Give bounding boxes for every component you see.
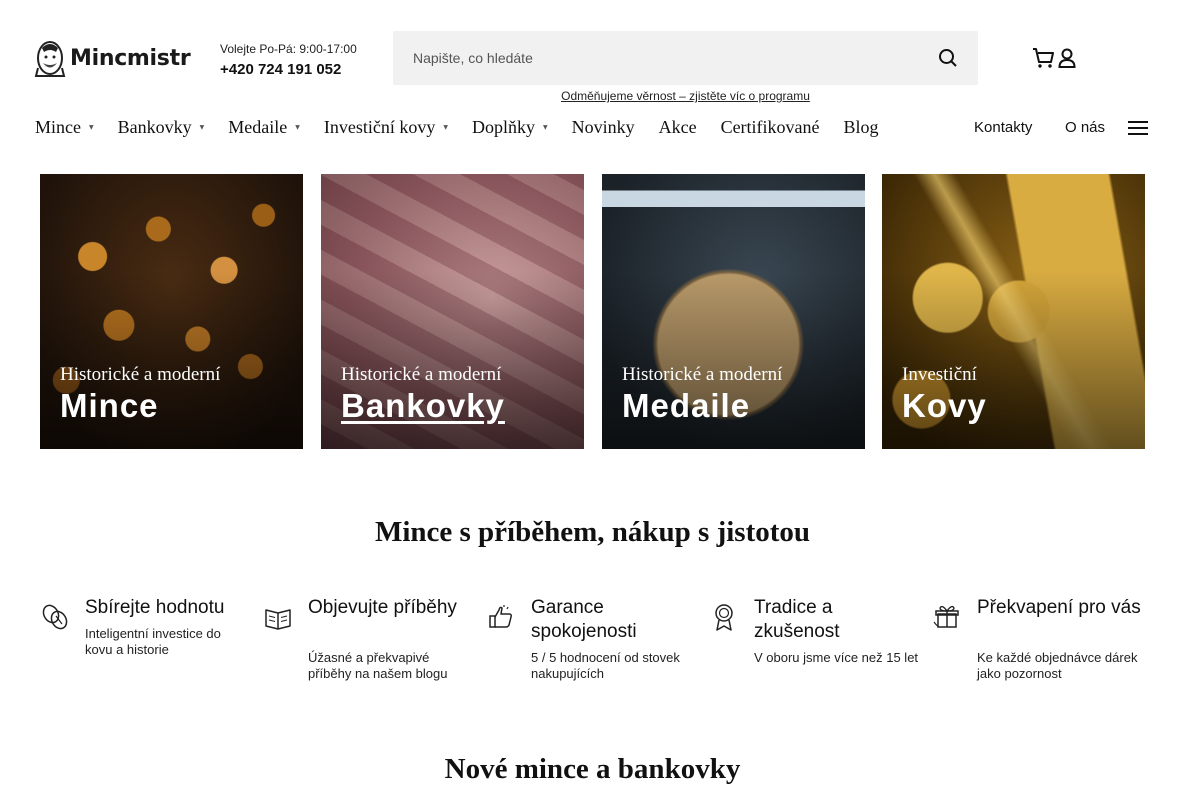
nav-label: Investiční kovy bbox=[323, 117, 436, 137]
loyalty-program-link[interactable]: Odměňujeme věrnost – zjistěte víc o prog… bbox=[393, 89, 978, 103]
category-card-medaile[interactable]: Historické a moderní Medaile bbox=[602, 174, 865, 449]
feature-description: 5 / 5 hodnocení od stovek nakupujících bbox=[531, 650, 680, 681]
opening-hours: Volejte Po-Pá: 9:00-17:00 bbox=[220, 42, 357, 56]
minter-logo-icon bbox=[34, 41, 66, 77]
contacts-link[interactable]: Kontakty bbox=[974, 119, 1032, 136]
feature-title: Sbírejte hodnotu bbox=[85, 597, 225, 618]
category-subtitle: Historické a moderní bbox=[622, 364, 783, 385]
feature-description: Ke každé objednávce dárek jako pozornost bbox=[977, 650, 1138, 681]
chevron-down-icon: ▼ bbox=[88, 124, 94, 131]
feature-description: V oboru jsme více než 15 let bbox=[754, 650, 919, 665]
category-card-mince[interactable]: Historické a moderní Mince bbox=[40, 174, 303, 449]
category-title: Kovy bbox=[902, 387, 987, 424]
category-card-kovy[interactable]: Investiční Kovy bbox=[882, 174, 1145, 449]
nav-item-bankovky[interactable]: Bankovky ▼ bbox=[118, 117, 205, 138]
search-bar bbox=[393, 31, 978, 85]
category-subtitle: Historické a moderní bbox=[341, 364, 502, 385]
section-title-new: Nové mince a bankovky bbox=[444, 753, 741, 785]
nav-item-akce[interactable]: Akce bbox=[659, 117, 697, 138]
nav-label: Certifikované bbox=[720, 117, 820, 137]
main-nav: Mince ▼ Bankovky ▼ Medaile ▼ Investiční kov… bbox=[35, 117, 903, 138]
category-title: Mince bbox=[60, 387, 159, 424]
coins-icon bbox=[42, 604, 68, 630]
nav-item-doplnky[interactable]: Doplňky ▼ bbox=[472, 117, 548, 138]
logo[interactable]: Mincmistr bbox=[34, 38, 191, 78]
nav-label: Mince bbox=[35, 117, 81, 137]
user-icon[interactable] bbox=[1058, 48, 1076, 68]
nav-label: Medaile bbox=[228, 117, 288, 137]
nav-item-novinky[interactable]: Novinky bbox=[572, 117, 635, 138]
section-title-story: Mince s příběhem, nákup s jistotou bbox=[374, 516, 811, 548]
category-title: Medaile bbox=[622, 387, 751, 424]
nav-label: Doplňky bbox=[471, 117, 535, 137]
search-icon[interactable] bbox=[938, 48, 958, 68]
chevron-down-icon: ▼ bbox=[295, 124, 300, 131]
gift-icon bbox=[933, 605, 959, 628]
nav-item-mince[interactable]: Mince ▼ bbox=[35, 117, 94, 138]
chevron-down-icon: ▼ bbox=[199, 124, 205, 131]
nav-item-medaile[interactable]: Medaile ▼ bbox=[228, 117, 300, 138]
nav-label: Akce bbox=[658, 117, 697, 137]
cart-icon[interactable] bbox=[1032, 47, 1054, 69]
feature-title: Objevujte příběhy bbox=[308, 597, 457, 618]
category-card-bankovky[interactable]: Historické a moderní Bankovky bbox=[321, 174, 584, 449]
award-icon bbox=[715, 604, 733, 631]
feature-description: Úžasné a překvapivé příběhy na našem blo… bbox=[308, 650, 448, 681]
chevron-down-icon: ▼ bbox=[443, 124, 448, 131]
book-icon bbox=[265, 609, 291, 630]
category-title: Bankovky bbox=[341, 387, 505, 424]
nav-item-investicni-kovy[interactable]: Investiční kovy ▼ bbox=[324, 117, 448, 138]
feature-title: Garance spokojenosti bbox=[531, 597, 637, 642]
nav-label: Bankovky bbox=[117, 117, 192, 137]
thumbs-up-icon bbox=[489, 605, 512, 628]
nav-label: Blog bbox=[843, 117, 879, 137]
search-input[interactable] bbox=[413, 50, 938, 66]
logo-text: Mincmistr bbox=[70, 45, 191, 71]
category-subtitle: Investiční bbox=[902, 364, 977, 385]
phone-number[interactable]: +420 724 191 052 bbox=[220, 61, 341, 78]
feature-title: Tradice a zkušenost bbox=[754, 597, 840, 642]
chevron-down-icon: ▼ bbox=[542, 124, 548, 131]
feature-title: Překvapení pro vás bbox=[977, 597, 1141, 618]
nav-item-certifikovane[interactable]: Certifikované bbox=[721, 117, 820, 138]
menu-icon[interactable] bbox=[1128, 121, 1148, 135]
feature-description: Inteligentní investice do kovu a histori… bbox=[85, 626, 221, 657]
about-link[interactable]: O nás bbox=[1065, 119, 1105, 136]
nav-label: Novinky bbox=[571, 117, 635, 137]
nav-item-blog[interactable]: Blog bbox=[844, 117, 879, 138]
category-subtitle: Historické a moderní bbox=[60, 364, 221, 385]
